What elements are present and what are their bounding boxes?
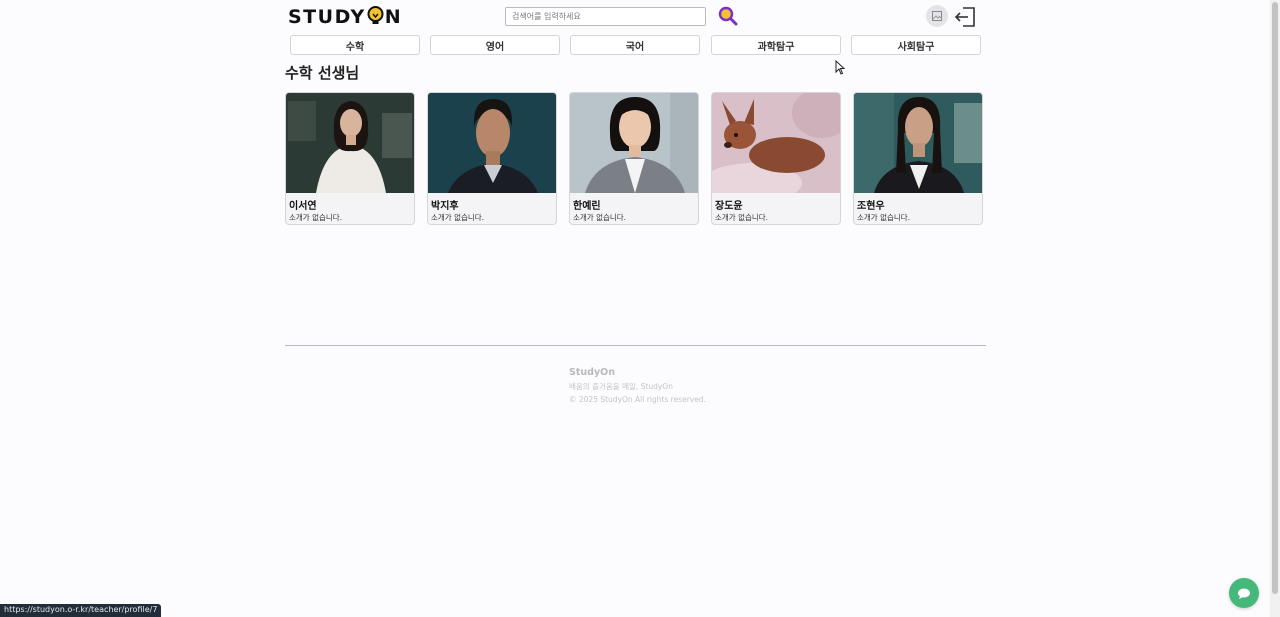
- teacher-card[interactable]: 조현우 소개가 없습니다.: [853, 92, 983, 225]
- teacher-photo: [854, 93, 982, 193]
- profile-avatar-button[interactable]: [926, 5, 948, 27]
- teacher-name: 장도윤: [715, 201, 743, 212]
- logout-icon[interactable]: [954, 5, 978, 29]
- image-icon: [932, 11, 942, 21]
- teacher-card[interactable]: 장도윤 소개가 없습니다.: [711, 92, 841, 225]
- logo-text-left: STUDY: [288, 6, 366, 28]
- mouse-cursor-icon: [835, 60, 845, 75]
- tab-label: 영어: [485, 41, 505, 53]
- search-placeholder: 검색어를 입력하세요: [512, 12, 581, 21]
- teacher-description: 소개가 없습니다.: [857, 213, 911, 222]
- tab-label: 사회탐구: [897, 41, 935, 53]
- teacher-photo: [570, 93, 698, 193]
- lightbulb-icon: [367, 6, 384, 24]
- subject-tabs: 수학 영어 국어 과학탐구 사회탐구: [290, 35, 981, 55]
- tab-science[interactable]: 과학탐구: [711, 35, 841, 55]
- studyon-logo[interactable]: STUDY N: [288, 6, 402, 28]
- teacher-name: 조현우: [857, 201, 885, 212]
- chat-bubble-icon: [1238, 588, 1250, 599]
- footer-copyright: © 2025 StudyOn All rights reserved.: [569, 395, 706, 404]
- section-title: 수학 선생님: [285, 64, 360, 82]
- footer: StudyOn 배움의 즐거움을 매일, StudyOn © 2025 Stud…: [569, 367, 706, 404]
- footer-tagline: 배움의 즐거움을 매일, StudyOn: [569, 382, 673, 391]
- teacher-photo: [428, 93, 556, 193]
- logo-text-right: N: [384, 6, 403, 28]
- teacher-description: 소개가 없습니다.: [573, 213, 627, 222]
- teacher-name: 박지후: [431, 201, 459, 212]
- tab-label: 국어: [625, 41, 645, 53]
- vertical-scrollbar[interactable]: [1270, 0, 1280, 617]
- scrollbar-thumb[interactable]: [1272, 2, 1278, 594]
- search-input[interactable]: 검색어를 입력하세요: [505, 7, 706, 26]
- tab-math[interactable]: 수학: [290, 35, 420, 55]
- tab-label: 수학: [345, 41, 365, 53]
- chat-button[interactable]: [1229, 578, 1259, 608]
- tab-english[interactable]: 영어: [430, 35, 560, 55]
- teacher-name: 한예린: [573, 201, 601, 212]
- teacher-description: 소개가 없습니다.: [289, 213, 343, 222]
- teacher-description: 소개가 없습니다.: [715, 213, 769, 222]
- teacher-description: 소개가 없습니다.: [431, 213, 485, 222]
- teacher-card[interactable]: 박지후 소개가 없습니다.: [427, 92, 557, 225]
- teacher-photo: [712, 93, 840, 193]
- teacher-name: 이서연: [289, 201, 317, 212]
- magnifier-icon[interactable]: [718, 6, 738, 26]
- tab-label: 과학탐구: [757, 41, 795, 53]
- teacher-photo: [286, 93, 414, 193]
- status-bar-url: https://studyon.o-r.kr/teacher/profile/7: [0, 604, 162, 617]
- tab-social[interactable]: 사회탐구: [851, 35, 981, 55]
- tab-korean[interactable]: 국어: [570, 35, 700, 55]
- footer-divider: [285, 345, 986, 346]
- teacher-card[interactable]: 이서연 소개가 없습니다.: [285, 92, 415, 225]
- footer-brand: StudyOn: [569, 367, 615, 378]
- teacher-card[interactable]: 한예린 소개가 없습니다.: [569, 92, 699, 225]
- page: STUDY N 검색어를 입력하세요 수학 영어 국어 과학탐구 사회탐구 수학…: [0, 0, 1270, 617]
